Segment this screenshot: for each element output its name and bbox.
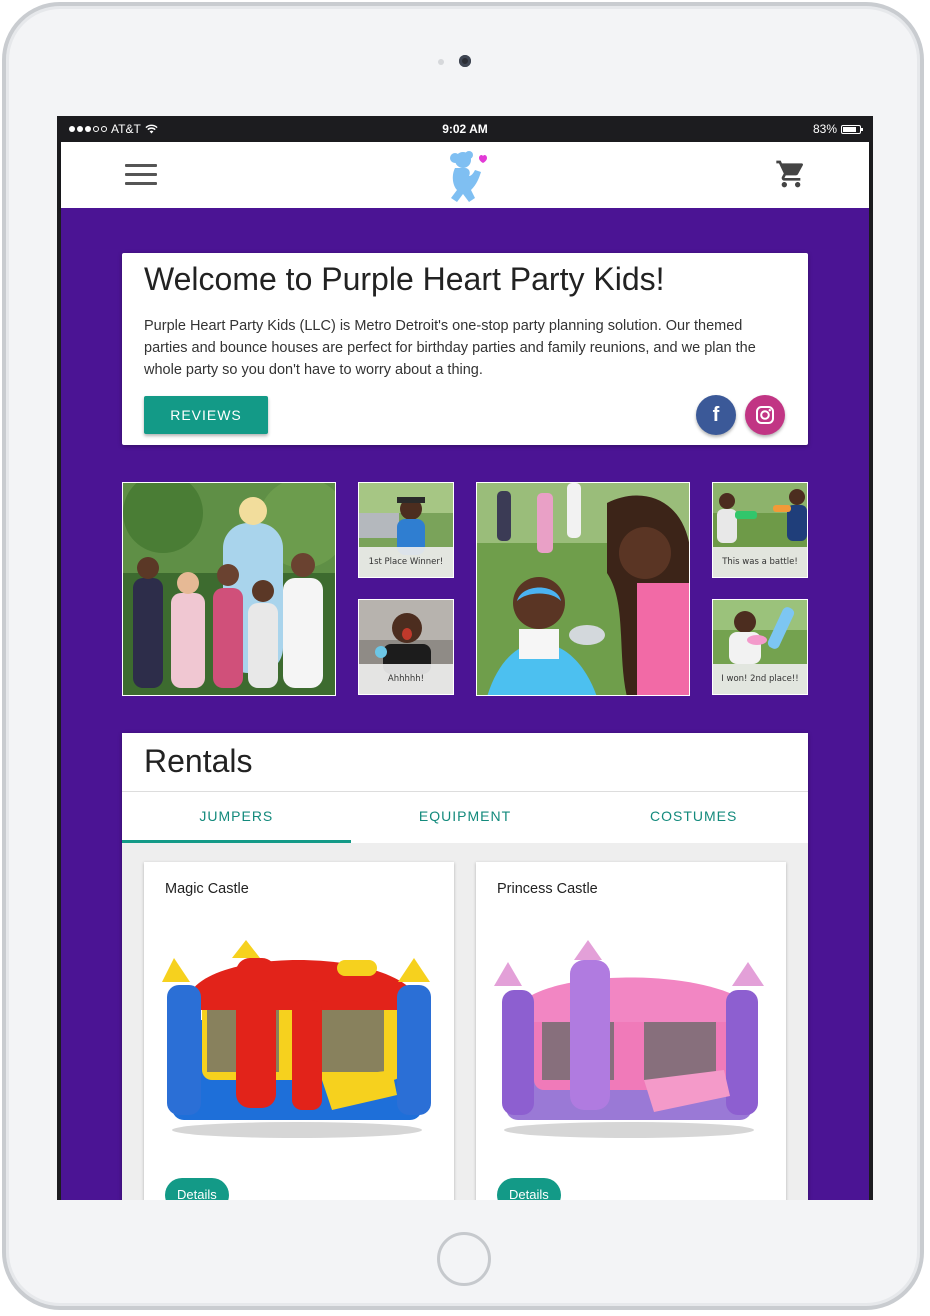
home-button[interactable] — [437, 1232, 491, 1286]
hamburger-menu-icon[interactable] — [125, 164, 157, 186]
instagram-icon[interactable] — [745, 395, 785, 435]
gallery-photo-face-paint[interactable] — [476, 482, 690, 696]
gallery-caption: Ahhhhh! — [359, 664, 453, 694]
gallery-photo-1st-place[interactable]: 1st Place Winner! — [358, 482, 454, 578]
main-content: Welcome to Purple Heart Party Kids! Purp… — [61, 208, 869, 1200]
rental-item-princess-castle[interactable]: Princess Castle Details — [476, 862, 786, 1200]
reviews-button[interactable]: REVIEWS — [144, 396, 268, 434]
rental-item-name: Princess Castle — [497, 881, 598, 897]
clock: 9:02 AM — [442, 122, 488, 136]
app-bar — [61, 142, 869, 208]
rental-item-name: Magic Castle — [165, 881, 249, 897]
tab-equipment[interactable]: EQUIPMENT — [351, 792, 580, 843]
gallery-caption: 1st Place Winner! — [359, 547, 453, 577]
details-button[interactable]: Details — [165, 1178, 229, 1200]
battery-percent: 83% — [812, 122, 837, 136]
rentals-card: Rentals JUMPERS EQUIPMENT COSTUMES Magic… — [122, 733, 808, 1200]
welcome-title: Welcome to Purple Heart Party Kids! — [144, 261, 665, 297]
rental-item-magic-castle[interactable]: Magic Castle Details — [144, 862, 454, 1200]
teddy-bear-logo-icon[interactable] — [441, 146, 491, 206]
tab-costumes[interactable]: COSTUMES — [579, 792, 808, 843]
gallery-photo-2nd-place[interactable]: I won! 2nd place!! — [712, 599, 808, 695]
gallery-caption: I won! 2nd place!! — [713, 664, 807, 694]
gallery-photo-princess-group[interactable] — [122, 482, 336, 696]
proximity-sensor — [438, 59, 444, 65]
status-bar: AT&T 9:02 AM 83% — [57, 116, 873, 142]
facebook-glyph: f — [712, 403, 720, 426]
welcome-description: Purple Heart Party Kids (LLC) is Metro D… — [144, 318, 756, 378]
facebook-icon[interactable]: f — [696, 395, 736, 435]
rentals-tabs: JUMPERS EQUIPMENT COSTUMES — [122, 792, 808, 843]
princess-castle-image — [494, 940, 764, 1138]
gallery-caption: This was a battle! — [713, 547, 807, 577]
rentals-header: Rentals — [122, 733, 808, 792]
tab-jumpers[interactable]: JUMPERS — [122, 792, 351, 843]
gallery-photo-water-battle[interactable]: This was a battle! — [712, 482, 808, 578]
shopping-cart-icon[interactable] — [775, 158, 807, 190]
rentals-title: Rentals — [144, 743, 253, 779]
gallery-photo-ahhhhh[interactable]: Ahhhhh! — [358, 599, 454, 695]
welcome-card: Welcome to Purple Heart Party Kids! Purp… — [122, 253, 808, 445]
magic-castle-image — [162, 940, 431, 1138]
screen: AT&T 9:02 AM 83% Welcome to Purple Heart… — [57, 116, 873, 1200]
battery-icon — [841, 124, 863, 134]
details-button[interactable]: Details — [497, 1178, 561, 1200]
front-camera-icon — [459, 55, 471, 67]
